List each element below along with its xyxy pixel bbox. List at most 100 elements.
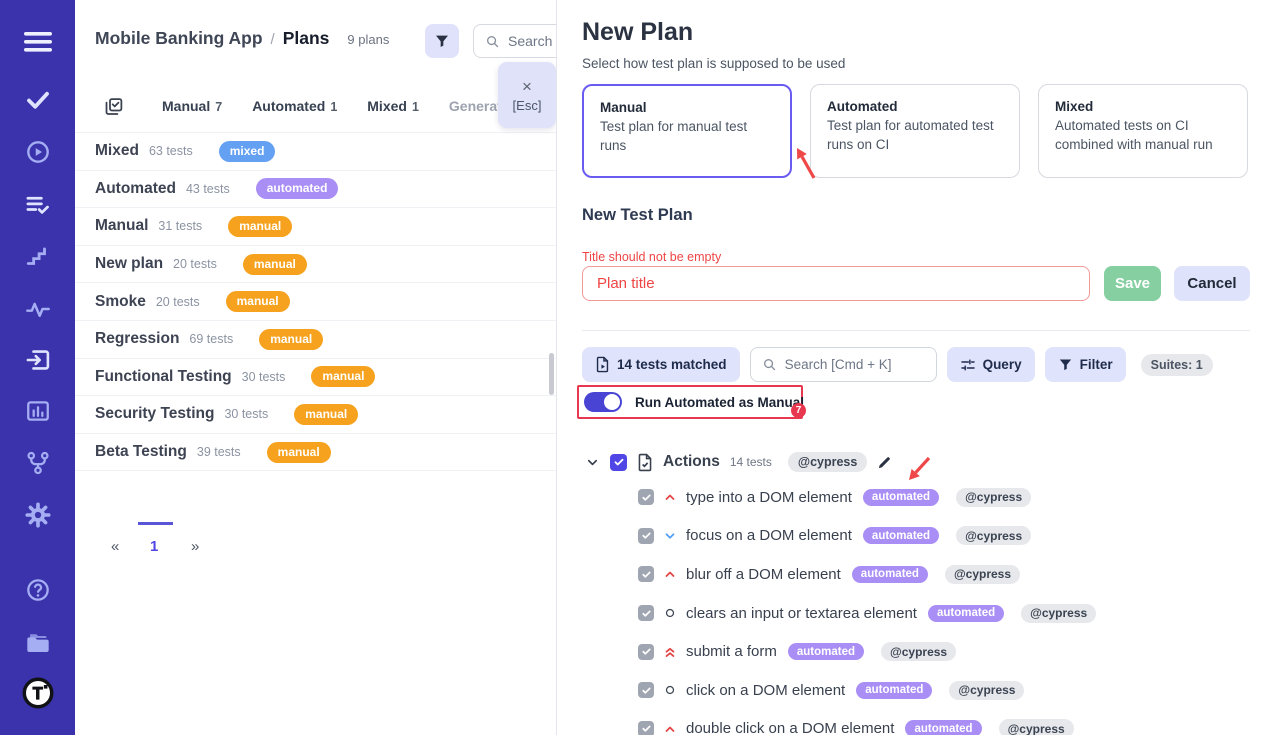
- test-tag-badge[interactable]: @cypress: [881, 642, 956, 661]
- plan-name: Mixed: [95, 142, 139, 160]
- help-icon[interactable]: [24, 577, 51, 604]
- gear-icon[interactable]: [24, 501, 52, 529]
- plan-type-badge: manual: [228, 216, 292, 237]
- plan-type-badge: manual: [243, 254, 307, 275]
- test-checkbox[interactable]: [638, 566, 654, 582]
- pulse-icon[interactable]: [24, 296, 51, 323]
- suite-tag-badge[interactable]: @cypress: [788, 452, 867, 472]
- breadcrumb-project[interactable]: Mobile Banking App: [95, 28, 263, 49]
- query-button[interactable]: Query: [947, 347, 1035, 382]
- list-check-icon[interactable]: [24, 192, 51, 219]
- suite-name[interactable]: Actions: [663, 453, 720, 471]
- test-checkbox[interactable]: [638, 489, 654, 505]
- plans-filter-button[interactable]: [425, 24, 459, 58]
- test-row[interactable]: submit a form automated @cypress: [638, 632, 1268, 671]
- steps-icon[interactable]: [25, 244, 51, 270]
- edit-pencil-icon[interactable]: [877, 455, 892, 470]
- plan-list-item[interactable]: Manual 31 tests manual: [75, 208, 557, 246]
- test-automated-badge: automated: [863, 489, 939, 506]
- breadcrumb-section[interactable]: Plans: [283, 28, 330, 49]
- plans-tab[interactable]: Automated 1: [252, 98, 337, 114]
- test-tag-badge[interactable]: @cypress: [999, 719, 1074, 735]
- test-tag-badge[interactable]: @cypress: [1021, 604, 1096, 623]
- test-checkbox[interactable]: [638, 682, 654, 698]
- plan-type-cards: Manual Test plan for manual test runs Au…: [582, 84, 1248, 178]
- plan-name: Smoke: [95, 293, 146, 311]
- test-row[interactable]: double click on a DOM element automated …: [638, 710, 1268, 735]
- plan-type-card[interactable]: Manual Test plan for manual test runs: [582, 84, 792, 178]
- plan-list-item[interactable]: Functional Testing 30 tests manual: [75, 359, 557, 397]
- batch-select-icon[interactable]: [103, 96, 124, 117]
- plan-type-badge: manual: [259, 329, 323, 350]
- test-checkbox[interactable]: [638, 528, 654, 544]
- plan-list-item[interactable]: Mixed 63 tests mixed: [75, 133, 557, 171]
- run-automated-toggle[interactable]: [584, 392, 622, 412]
- close-icon: ×: [522, 78, 532, 95]
- tests-search[interactable]: [750, 347, 937, 382]
- plan-list-item[interactable]: Beta Testing 39 tests manual: [75, 434, 557, 472]
- new-plan-panel: New Plan Select how test plan is suppose…: [557, 0, 1280, 735]
- active-page-indicator: [138, 522, 173, 525]
- close-esc-button[interactable]: × [Esc]: [498, 62, 556, 128]
- pagination-page-1[interactable]: 1: [150, 538, 158, 555]
- plan-list-item[interactable]: New plan 20 tests manual: [75, 246, 557, 284]
- form-heading: New Test Plan: [582, 206, 693, 225]
- test-title: focus on a DOM element: [686, 527, 852, 544]
- test-checkbox[interactable]: [638, 721, 654, 735]
- test-row[interactable]: click on a DOM element automated @cypres…: [638, 671, 1268, 710]
- run-automated-annotation-box: Run Automated as Manual: [577, 385, 803, 419]
- test-checkbox[interactable]: [638, 644, 654, 660]
- tests-toolbar: 14 tests matched Query Filter Suites: 1: [582, 347, 1213, 382]
- save-button[interactable]: Save: [1104, 266, 1161, 301]
- test-tag-badge[interactable]: @cypress: [956, 488, 1031, 507]
- cancel-button[interactable]: Cancel: [1174, 266, 1250, 301]
- plan-type-badge: mixed: [219, 141, 276, 162]
- tests-matched-button[interactable]: 14 tests matched: [582, 347, 740, 382]
- filter-button[interactable]: Filter: [1045, 347, 1126, 382]
- test-tag-badge[interactable]: @cypress: [956, 526, 1031, 545]
- pagination-prev[interactable]: «: [111, 538, 119, 555]
- suite-checkbox[interactable]: [610, 454, 627, 471]
- bar-chart-icon[interactable]: [25, 398, 51, 424]
- check-icon[interactable]: [24, 87, 51, 114]
- plans-panel: Mobile Banking App / Plans 9 plans × [Es…: [75, 0, 557, 735]
- priority-normal-icon: [663, 683, 677, 697]
- sign-in-icon[interactable]: [24, 347, 51, 374]
- test-tag-badge[interactable]: @cypress: [949, 681, 1024, 700]
- plan-type-badge: manual: [311, 366, 375, 387]
- menu-icon[interactable]: [24, 31, 52, 53]
- chevron-down-icon[interactable]: [585, 455, 600, 470]
- plan-tests-count: 69 tests: [189, 332, 233, 346]
- pagination-next[interactable]: »: [191, 538, 199, 555]
- plan-list-item[interactable]: Smoke 20 tests manual: [75, 283, 557, 321]
- folder-icon[interactable]: [23, 630, 53, 657]
- testomat-logo[interactable]: [22, 677, 54, 709]
- test-tag-badge[interactable]: @cypress: [945, 565, 1020, 584]
- scrollbar-thumb[interactable]: [549, 353, 554, 395]
- plan-list-item[interactable]: Automated 43 tests automated: [75, 171, 557, 209]
- plan-title-input[interactable]: [582, 266, 1090, 301]
- plans-tab[interactable]: Mixed 1: [367, 98, 419, 114]
- page-title: New Plan: [582, 18, 693, 47]
- play-circle-icon[interactable]: [24, 139, 51, 166]
- test-automated-badge: automated: [905, 720, 981, 735]
- test-checkbox[interactable]: [638, 605, 654, 621]
- plans-tab[interactable]: Manual 7: [162, 98, 222, 114]
- title-error-message: Title should not be empty: [582, 250, 721, 264]
- test-row[interactable]: type into a DOM element automated @cypre…: [638, 478, 1268, 517]
- plan-type-card[interactable]: Automated Test plan for automated test r…: [810, 84, 1020, 178]
- toggle-label: Run Automated as Manual: [635, 395, 804, 410]
- tests-search-input[interactable]: [785, 357, 925, 372]
- priority-high-icon: [663, 567, 677, 581]
- plan-tests-count: 43 tests: [186, 182, 230, 196]
- file-check-icon: [637, 453, 653, 472]
- test-row[interactable]: clears an input or textarea element auto…: [638, 594, 1268, 633]
- branch-icon[interactable]: [24, 450, 51, 477]
- plans-search-input[interactable]: [508, 33, 557, 49]
- plans-search[interactable]: [473, 24, 557, 58]
- test-row[interactable]: focus on a DOM element automated @cypres…: [638, 517, 1268, 556]
- test-row[interactable]: blur off a DOM element automated @cypres…: [638, 555, 1268, 594]
- plan-list-item[interactable]: Regression 69 tests manual: [75, 321, 557, 359]
- plan-type-card[interactable]: Mixed Automated tests on CI combined wit…: [1038, 84, 1248, 178]
- plan-list-item[interactable]: Security Testing 30 tests manual: [75, 396, 557, 434]
